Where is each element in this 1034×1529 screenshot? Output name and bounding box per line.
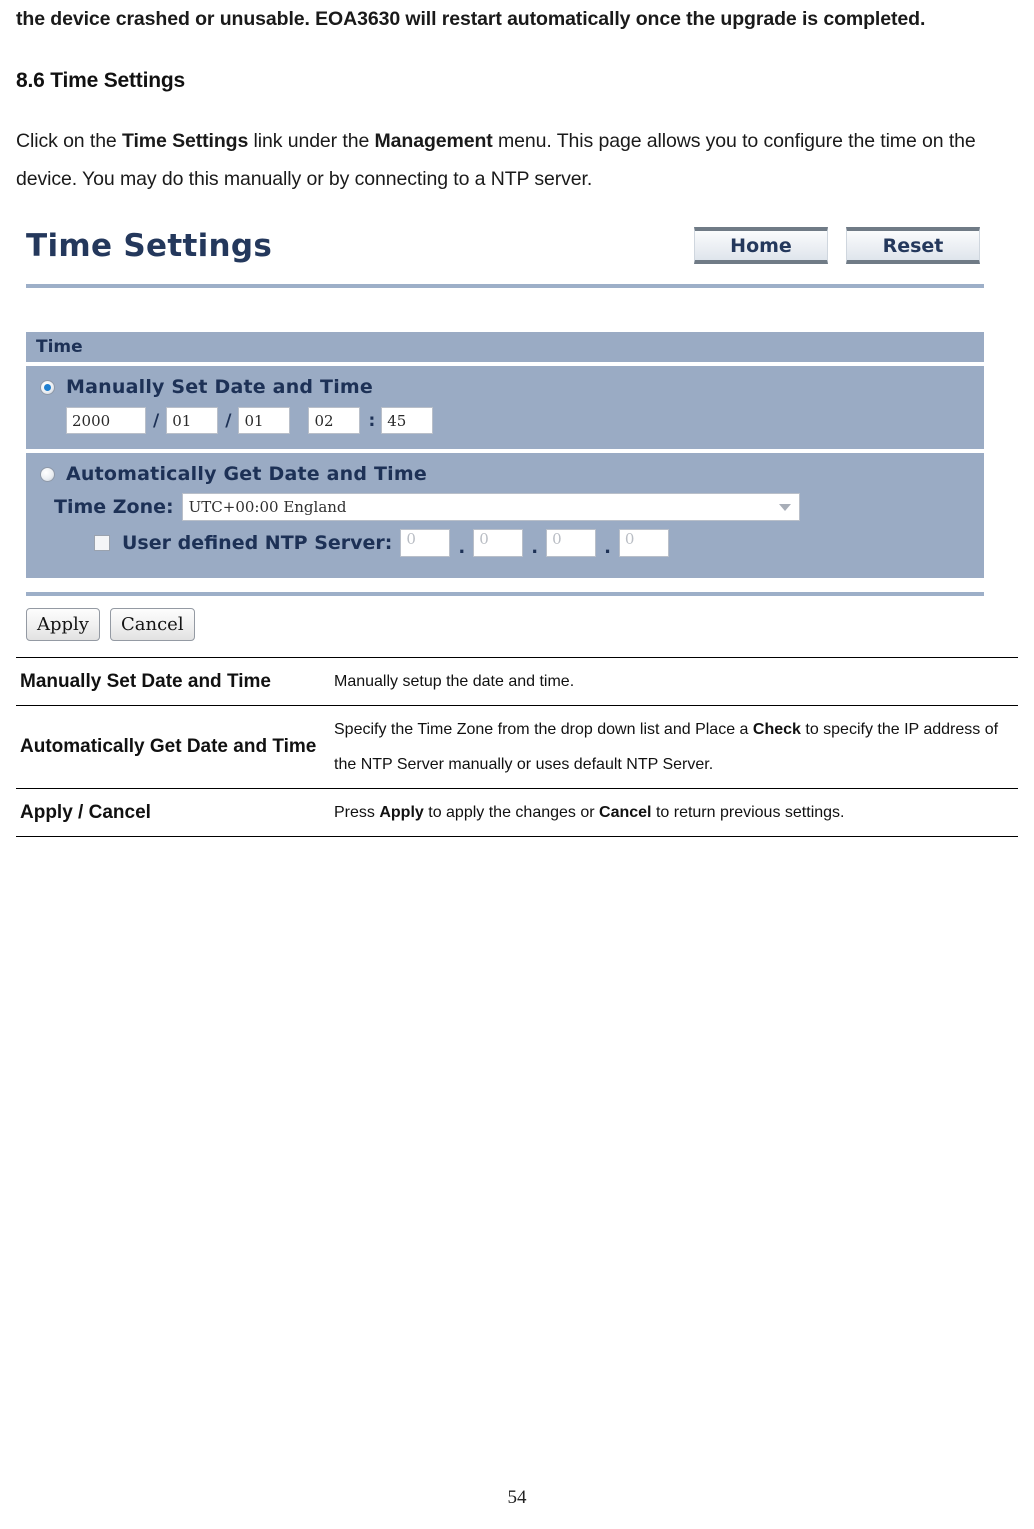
date-separator-2: / [225, 410, 232, 431]
ntp-octet-2[interactable]: 0 [473, 529, 524, 557]
ntp-label: User defined NTP Server: [122, 532, 393, 554]
radio-manual-icon[interactable] [40, 379, 55, 395]
desc-text: Press [334, 804, 380, 821]
desc-bold-apply: Apply [379, 804, 424, 821]
desc-bold-cancel: Cancel [599, 804, 652, 821]
manual-option-row[interactable]: Manually Set Date and Time [40, 374, 984, 400]
field-description-table: Manually Set Date and Time Manually setu… [16, 657, 1018, 837]
time-separator: : [368, 410, 376, 431]
desc-manual: Manually setup the date and time. [322, 657, 1018, 706]
desc-text: Manually setup the date and time. [334, 673, 575, 690]
lead-mid: link under the [248, 130, 375, 152]
desc-apply-cancel: Press Apply to apply the changes or Canc… [322, 788, 1018, 837]
header-button-group: Home Reset [694, 227, 980, 264]
manual-time-section: Manually Set Date and Time 2000 / 01 / 0… [26, 366, 984, 449]
desc-text: to return previous settings. [651, 804, 845, 821]
table-body: Manually Set Date and Time Manually setu… [16, 657, 1018, 837]
document-body: the device crashed or unusable. EOA3630 … [16, 0, 1018, 198]
ntp-dot-3: . [604, 537, 611, 558]
cancel-button[interactable]: Cancel [109, 608, 195, 641]
lead-bold-time-settings: Time Settings [122, 130, 249, 152]
lead-bold-management: Management [374, 130, 493, 152]
lead-prefix: Click on the [16, 130, 122, 152]
home-button[interactable]: Home [694, 227, 828, 264]
footer-divider [26, 592, 984, 596]
table-row: Manually Set Date and Time Manually setu… [16, 657, 1018, 706]
desc-text: Specify the Time Zone from the drop down… [334, 721, 753, 738]
header-divider [26, 284, 984, 288]
automatic-option-row[interactable]: Automatically Get Date and Time [40, 461, 984, 487]
page-number: 54 [507, 1487, 527, 1508]
timezone-select[interactable]: UTC+00:00 England [181, 493, 800, 521]
manual-option-label: Manually Set Date and Time [66, 376, 373, 398]
chevron-down-icon [778, 503, 791, 511]
automatic-time-section: Automatically Get Date and Time Time Zon… [26, 453, 984, 578]
automatic-option-label: Automatically Get Date and Time [66, 463, 427, 485]
timezone-selected-value: UTC+00:00 England [188, 498, 347, 516]
term-apply-cancel: Apply / Cancel [16, 788, 322, 837]
reset-button[interactable]: Reset [846, 227, 980, 264]
ntp-dot-2: . [531, 537, 539, 558]
table-row: Automatically Get Date and Time Specify … [16, 705, 1018, 789]
term-automatic: Automatically Get Date and Time [16, 705, 322, 789]
ntp-dot-1: . [458, 537, 466, 558]
ntp-octet-3[interactable]: 0 [546, 529, 597, 557]
section-heading: 8.6 Time Settings [16, 69, 185, 92]
timezone-row: Time Zone: UTC+00:00 England [54, 493, 984, 521]
intro-paragraph: the device crashed or unusable. EOA3630 … [16, 8, 926, 30]
term-manual: Manually Set Date and Time [16, 657, 322, 706]
month-input[interactable]: 01 [166, 407, 219, 434]
desc-bold-check: Check [752, 721, 801, 738]
date-separator-1: / [153, 410, 160, 431]
hour-input[interactable]: 02 [308, 407, 361, 434]
ntp-octet-1[interactable]: 0 [400, 529, 451, 557]
embedded-screenshot: Time Settings Home Reset Time Manually S… [18, 222, 986, 647]
apply-button[interactable]: Apply [26, 608, 100, 641]
section-header-time: Time [26, 332, 984, 362]
document-page: the device crashed or unusable. EOA3630 … [0, 0, 1034, 1529]
screenshot-header: Time Settings Home Reset [18, 222, 986, 278]
ntp-server-row: User defined NTP Server: 0 . 0 . 0 . 0 [94, 529, 984, 557]
action-button-group: Apply Cancel [26, 608, 195, 641]
lead-paragraph: Click on the Time Settings link under th… [16, 122, 1018, 198]
ntp-octet-4[interactable]: 0 [618, 529, 669, 557]
year-input[interactable]: 2000 [66, 407, 146, 434]
timezone-label: Time Zone: [54, 496, 174, 518]
table-row: Apply / Cancel Press Apply to apply the … [16, 788, 1018, 837]
manual-date-time-fields: 2000 / 01 / 01 02 : 45 [66, 407, 984, 434]
minute-input[interactable]: 45 [381, 407, 434, 434]
desc-automatic: Specify the Time Zone from the drop down… [322, 705, 1018, 789]
ntp-checkbox[interactable] [94, 535, 110, 551]
radio-automatic-icon[interactable] [40, 466, 55, 482]
day-input[interactable]: 01 [238, 407, 291, 434]
desc-text: to apply the changes or [423, 804, 600, 821]
page-title: Time Settings [26, 228, 273, 264]
